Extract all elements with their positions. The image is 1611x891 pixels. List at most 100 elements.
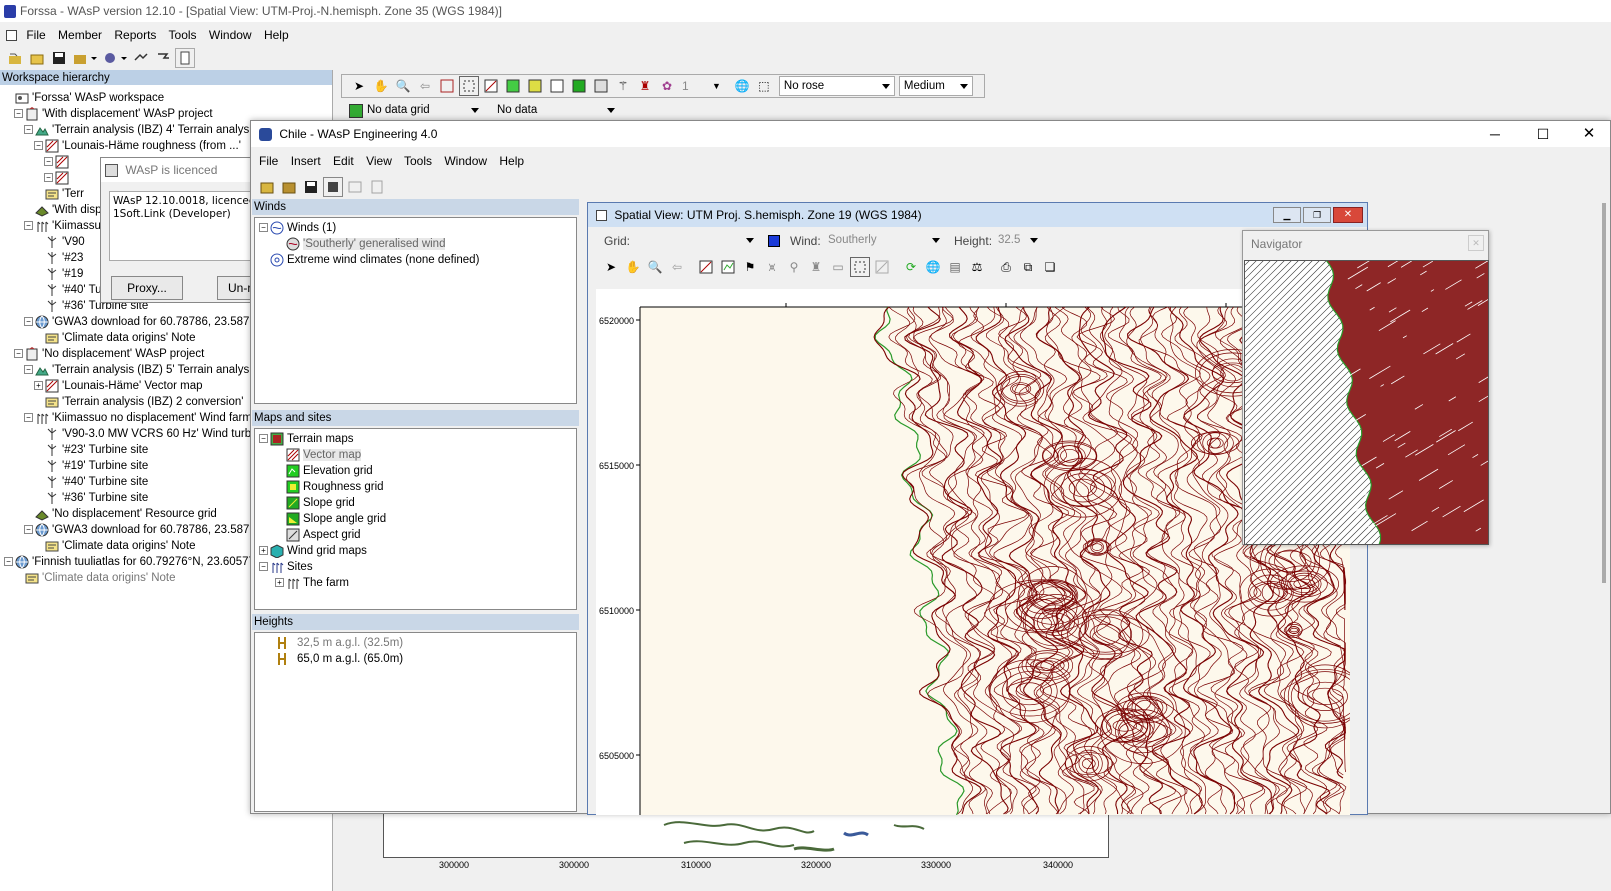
navigator-map[interactable] (1244, 260, 1489, 545)
tree-item[interactable]: 'Forssa' WAsP workspace (4, 90, 332, 106)
globe-icon[interactable]: 🌐 (732, 76, 752, 96)
main-menu-window[interactable]: Window (209, 28, 252, 42)
minimize-button[interactable]: ─ (1480, 121, 1510, 147)
collapse-icon[interactable]: − (14, 109, 23, 119)
main-menu-file[interactable]: File (26, 28, 45, 42)
spatial-turbine-icon[interactable]: ⚑ (740, 257, 760, 277)
collapse-icon[interactable]: − (259, 562, 268, 572)
spatial-map[interactable]: 6520000 6515000 6510000 6505000 (596, 289, 1350, 815)
spatial-site-icon[interactable]: ⩙ (762, 257, 782, 277)
spatial-paste-icon[interactable]: ❏ (1040, 257, 1060, 277)
farm-toggle-icon[interactable]: ♜ (635, 76, 655, 96)
elevation-toggle-icon[interactable] (503, 76, 523, 96)
export-icon[interactable] (175, 48, 195, 68)
rose-count[interactable]: 1 (682, 79, 712, 93)
tree-item[interactable]: Roughness grid (259, 479, 576, 495)
rose-select[interactable]: No rose (778, 76, 895, 96)
collapse-icon[interactable]: − (259, 434, 268, 444)
collapse-icon[interactable]: − (34, 141, 43, 151)
collapse-icon[interactable]: − (4, 557, 13, 567)
tree-item[interactable]: Elevation grid (259, 463, 576, 479)
expand-icon[interactable]: + (259, 546, 268, 556)
collapse-icon[interactable]: − (24, 525, 33, 535)
collapse-icon[interactable]: − (44, 157, 53, 167)
run-icon[interactable] (153, 48, 173, 68)
spatial-farm-icon[interactable]: ♜ (806, 257, 826, 277)
main-menu-tools[interactable]: Tools (169, 28, 197, 42)
wind-select[interactable]: Southerly (824, 231, 944, 251)
collapse-icon[interactable]: − (24, 317, 33, 327)
calculate-icon[interactable] (131, 48, 151, 68)
collapse-icon[interactable]: − (44, 173, 53, 183)
height-select[interactable]: 32.5 (994, 231, 1042, 251)
new-workspace-icon[interactable] (5, 48, 25, 68)
data-grid-select[interactable]: No data grid (363, 101, 483, 121)
spatial-mast-icon[interactable]: ⚲ (784, 257, 804, 277)
proxy-button[interactable]: Proxy... (111, 276, 183, 300)
main-menu-help[interactable]: Help (264, 28, 289, 42)
back-icon[interactable]: ⇦ (415, 76, 435, 96)
navigator-close-button[interactable]: ✕ (1468, 235, 1484, 251)
main-menu-reports[interactable]: Reports (114, 28, 156, 42)
spatial-pan-icon[interactable]: ✋ (623, 257, 643, 277)
spatial-globe-icon[interactable]: 🌐 (923, 257, 943, 277)
roughness-toggle-icon[interactable] (525, 76, 545, 96)
add-member-icon[interactable] (71, 48, 99, 68)
spatial-back-icon[interactable]: ⇦ (667, 257, 687, 277)
tree-item[interactable]: + The farm (259, 575, 576, 591)
spatial-selection-icon[interactable] (850, 257, 870, 277)
collapse-icon[interactable]: − (24, 221, 33, 231)
chile-spatial-icon[interactable] (323, 177, 343, 197)
spatial-minimize-button[interactable]: ▁ (1273, 207, 1301, 223)
chile-report-icon[interactable] (367, 177, 387, 197)
height-item[interactable]: 32,5 m a.g.l. (32.5m) (265, 635, 576, 651)
collapse-icon[interactable]: − (259, 223, 268, 233)
open-workspace-icon[interactable] (27, 48, 47, 68)
chile-menu-insert[interactable]: Insert (291, 154, 321, 168)
spatial-measure-icon[interactable]: ⚖ (967, 257, 987, 277)
tree-item[interactable]: − Sites (259, 559, 576, 575)
chile-new-icon[interactable] (257, 177, 277, 197)
chile-vertical-scrollbar[interactable] (1602, 203, 1606, 583)
tree-item[interactable]: 'Southerly' generalised wind (259, 236, 576, 252)
pan-hand-icon[interactable]: ✋ (371, 76, 391, 96)
grid-toggle-icon[interactable] (547, 76, 567, 96)
zoom-icon[interactable]: 🔍 (393, 76, 413, 96)
spatial-layer-icon[interactable]: ▤ (945, 257, 965, 277)
document-icon[interactable] (6, 30, 17, 42)
chile-menu-tools[interactable]: Tools (404, 154, 432, 168)
collapse-icon[interactable]: − (14, 349, 23, 359)
save-icon[interactable] (49, 48, 69, 68)
rose-icon[interactable]: ✿ (657, 76, 677, 96)
chile-menu-window[interactable]: Window (444, 154, 487, 168)
spatial-copy-icon[interactable]: ⧉ (1018, 257, 1038, 277)
data-select[interactable]: No data (493, 101, 619, 121)
insert-member-icon[interactable] (101, 48, 129, 68)
tree-item[interactable]: − Terrain maps (259, 431, 576, 447)
spatial-elevation-icon[interactable] (718, 257, 738, 277)
height-item[interactable]: 65,0 m a.g.l. (65.0m) (265, 651, 576, 667)
tree-item[interactable]: + Wind grid maps (259, 543, 576, 559)
collapse-icon[interactable]: − (24, 125, 33, 135)
vector-map-toggle-icon[interactable] (481, 76, 501, 96)
chile-save-icon[interactable] (301, 177, 321, 197)
chile-menu-file[interactable]: File (259, 154, 278, 168)
resource-grid-toggle-icon[interactable] (569, 76, 589, 96)
tree-item[interactable]: Slope grid (259, 495, 576, 511)
chile-menu-edit[interactable]: Edit (333, 154, 354, 168)
size-select[interactable]: Medium (898, 76, 973, 96)
collapse-icon[interactable]: − (24, 413, 33, 423)
spatial-restore-button[interactable]: ❐ (1303, 207, 1331, 223)
sites-toggle-icon[interactable] (591, 76, 611, 96)
frame-icon[interactable]: ⬚ (754, 76, 774, 96)
grid-select[interactable] (634, 231, 758, 251)
pointer-icon[interactable]: ➤ (349, 76, 369, 96)
layer-icon[interactable] (459, 76, 479, 96)
spatial-profile-icon[interactable]: ▭ (828, 257, 848, 277)
spatial-zoom-icon[interactable]: 🔍 (645, 257, 665, 277)
chile-table-icon[interactable] (345, 177, 365, 197)
chile-open-icon[interactable] (279, 177, 299, 197)
fit-icon[interactable] (437, 76, 457, 96)
main-menu-member[interactable]: Member (58, 28, 102, 42)
spatial-pointer-icon[interactable]: ➤ (601, 257, 621, 277)
